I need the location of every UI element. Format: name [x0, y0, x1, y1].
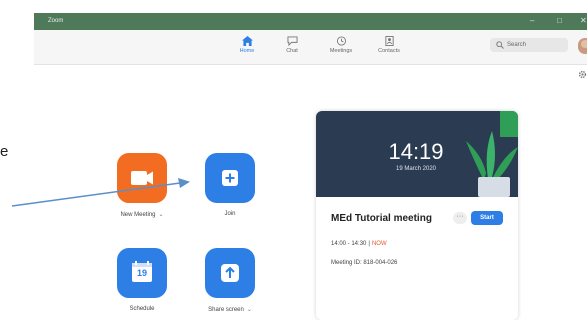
meeting-title: MEd Tutorial meeting — [331, 213, 432, 224]
current-date: 19 March 2020 — [395, 166, 437, 172]
status-badge: NOW — [371, 241, 387, 247]
meeting-id: Meeting ID: 818-004-026 — [331, 260, 398, 266]
meeting-card-header: 14:19 19 March 2020 — [316, 111, 518, 197]
meeting-time-range: 14:00 - 14:30 — [331, 241, 367, 247]
upcoming-meeting-card: 14:19 19 March 2020 MEd Tutorial meeting… — [316, 111, 518, 320]
start-meeting-button[interactable]: Start — [471, 211, 503, 225]
meeting-time-row: 14:00 - 14:30 | NOW — [331, 241, 387, 247]
current-time: 14:19 — [388, 139, 444, 164]
time-separator: | — [368, 241, 370, 247]
more-options-button[interactable]: ··· — [453, 212, 467, 224]
plant-illustration — [466, 111, 518, 197]
